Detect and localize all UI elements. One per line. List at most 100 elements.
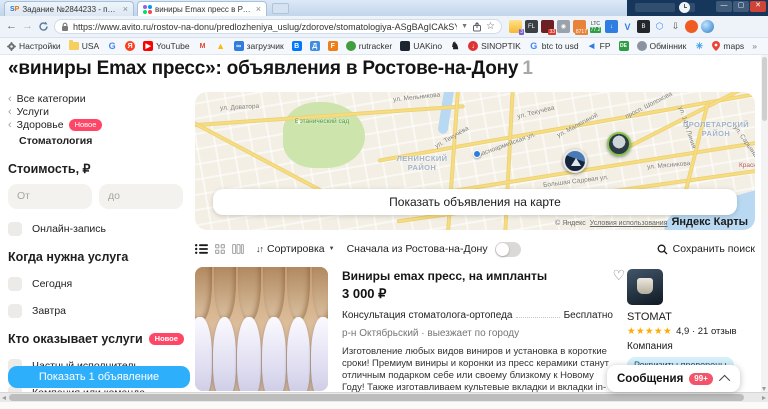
scroll-left-arrow-icon[interactable]: [2, 395, 6, 400]
bookmark-rutracker[interactable]: rutracker: [345, 41, 392, 51]
bookmark-google[interactable]: G: [107, 41, 117, 51]
bookmark-folder-usa[interactable]: USA: [68, 40, 99, 51]
sorting-dropdown[interactable]: ↓↑ Сортировка ▼: [256, 243, 335, 255]
today-checkbox-row[interactable]: Сегодня: [8, 277, 190, 291]
back-icon[interactable]: ←: [6, 21, 17, 32]
new-badge: Новое: [148, 333, 184, 345]
current-category[interactable]: Стоматология: [19, 135, 190, 147]
bookmark-star-icon[interactable]: ☆: [486, 21, 495, 32]
close-button[interactable]: ✕: [750, 1, 766, 12]
bookmark-loader[interactable]: ∞ загрузчик: [233, 41, 284, 51]
extension-icon[interactable]: [685, 20, 698, 33]
extension-icon[interactable]: 33: [541, 20, 556, 35]
share-icon[interactable]: [472, 21, 482, 32]
youtube-icon: ▶: [143, 41, 154, 51]
tab-close-icon[interactable]: ×: [123, 4, 128, 14]
show-on-map-button[interactable]: Показать объявления на карте: [213, 189, 737, 215]
checkbox-icon[interactable]: [8, 304, 22, 318]
map-photo-marker[interactable]: [607, 132, 631, 156]
profile-avatar-icon[interactable]: [701, 20, 714, 33]
bookmark-youtube[interactable]: ▶ YouTube: [143, 41, 190, 51]
tomorrow-checkbox-row[interactable]: Завтра: [8, 304, 190, 318]
messenger-widget[interactable]: Сообщения 99+: [607, 365, 740, 392]
seller-avatar[interactable]: [627, 269, 663, 305]
show-results-button[interactable]: Показать 1 объявление: [8, 366, 190, 388]
listing-price: 3 000 ₽: [342, 286, 387, 301]
breadcrumb-health[interactable]: ‹ Здоровье Новое: [8, 118, 190, 131]
page-title-text: «виниры Emax пресс»: объявления в Ростов…: [8, 58, 519, 79]
local-first-toggle[interactable]: [494, 241, 521, 257]
yandex-map[interactable]: ул. Доватора Ботанический сад ул. Мельни…: [195, 92, 755, 230]
scroll-right-arrow-icon[interactable]: [762, 395, 766, 400]
new-tab-button[interactable]: [272, 3, 289, 14]
bookmark-snowflake[interactable]: ✳: [694, 41, 704, 51]
map-terms-link[interactable]: Условия использования: [590, 220, 668, 227]
bookmark-de[interactable]: DE: [618, 41, 629, 51]
screenshot-extension-icon[interactable]: ◉: [557, 20, 570, 33]
puzzle-extensions-icon[interactable]: ⬡: [653, 20, 666, 33]
park-label: Ботанический сад: [294, 118, 350, 125]
downloader-extension-icon[interactable]: ↓: [605, 20, 618, 33]
bookmark-gmail[interactable]: M: [198, 41, 208, 51]
extension-icon[interactable]: FL: [525, 20, 538, 33]
chevron-up-icon[interactable]: [718, 374, 731, 386]
horizontal-scrollbar-thumb[interactable]: [9, 394, 744, 401]
bookmarks-overflow[interactable]: »: [752, 41, 757, 51]
google-icon: G: [530, 41, 538, 51]
tab-avito[interactable]: виниры Emax пресс в Ростове-н ×: [137, 1, 267, 16]
bookmark-drive[interactable]: ▲: [216, 41, 226, 51]
scroll-down-arrow-icon[interactable]: [762, 387, 766, 391]
ltc-ticker-extension-icon[interactable]: LTC 77.2: [589, 20, 602, 33]
tab-task[interactable]: SP Задание №2844233 - просмотр з ×: [4, 1, 134, 16]
save-search-button[interactable]: Сохранить поиск: [657, 243, 755, 255]
vertical-scrollbar[interactable]: [761, 55, 768, 392]
bookmark-uakino[interactable]: UAKino: [400, 41, 442, 51]
bookmark-vk[interactable]: B: [291, 41, 302, 51]
checkbox-icon[interactable]: [8, 222, 22, 236]
forward-icon[interactable]: →: [22, 21, 33, 32]
price-to-input[interactable]: до: [99, 184, 183, 209]
bookmark-obminnik[interactable]: Обмінник: [636, 41, 686, 51]
tab-close-icon[interactable]: ×: [256, 4, 261, 14]
extension-icon[interactable]: V: [621, 20, 634, 33]
list-view-icon[interactable]: [195, 244, 208, 254]
bookmark-fp[interactable]: ◀ FP: [587, 41, 611, 51]
seller-rating-row[interactable]: ★★★★★ 4,9 · 21 отзыв: [627, 326, 755, 337]
extension-icon[interactable]: B: [637, 20, 650, 33]
chevron-down-icon[interactable]: ▼: [461, 23, 468, 30]
price-from-input[interactable]: От: [8, 184, 92, 209]
online-booking-checkbox-row[interactable]: Онлайн-запись: [8, 222, 190, 236]
bookmark-maps[interactable]: maps: [712, 41, 744, 51]
minimize-button[interactable]: —: [716, 1, 732, 12]
checkbox-icon[interactable]: [8, 277, 22, 291]
bookmark-docs[interactable]: Д: [309, 41, 320, 51]
grid-view-icon[interactable]: [215, 244, 225, 254]
bookmark-chess[interactable]: ♞: [450, 41, 460, 52]
bookmark-btc[interactable]: Gbtc to usd: [529, 41, 578, 51]
extension-icon[interactable]: 8717: [573, 20, 588, 35]
breadcrumb-all-categories[interactable]: ‹ Все категории: [8, 92, 190, 105]
listing-photo[interactable]: [195, 267, 328, 391]
bookmark-settings[interactable]: Настройки: [7, 41, 61, 51]
map-location-dot[interactable]: [473, 150, 481, 158]
map-photo-marker[interactable]: [563, 149, 587, 173]
folder-icon: [68, 40, 79, 50]
bookmark-yandex[interactable]: Я: [125, 41, 136, 51]
downloads-tray-icon[interactable]: ⇩: [669, 20, 682, 33]
gallery-view-icon[interactable]: [232, 244, 244, 254]
refresh-icon[interactable]: [38, 21, 49, 32]
bookmark-sinoptik[interactable]: ↓ SINOPTIK: [468, 41, 521, 51]
favorite-heart-icon[interactable]: ♡: [612, 267, 625, 284]
bookmark-f[interactable]: F: [327, 41, 338, 51]
listing-body: Виниры emax пресс, на импланты 3 000 ₽ К…: [328, 267, 627, 392]
listing-title-link[interactable]: Виниры emax пресс, на импланты: [342, 269, 613, 283]
address-bar[interactable]: https://www.avito.ru/rostov-na-donu/pred…: [54, 19, 502, 34]
seller-name[interactable]: STOMAT: [627, 311, 755, 323]
maximize-button[interactable]: ▢: [733, 1, 749, 12]
breadcrumb-services[interactable]: ‹ Услуги: [8, 105, 190, 118]
weather-extension-icon[interactable]: 3: [509, 20, 524, 35]
dotted-leader: [516, 310, 560, 318]
clock-icon[interactable]: [679, 2, 690, 13]
vertical-scrollbar-thumb[interactable]: [762, 57, 767, 121]
horizontal-scrollbar[interactable]: [0, 392, 768, 402]
